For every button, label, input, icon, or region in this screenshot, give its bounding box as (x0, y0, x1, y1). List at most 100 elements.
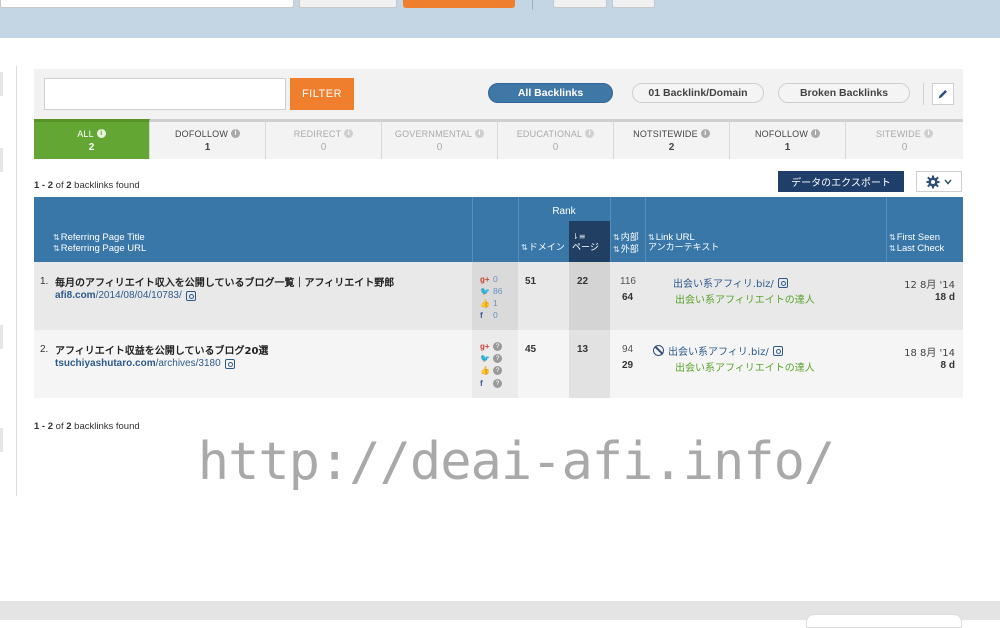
internal-links: 94 (622, 344, 634, 355)
column-page-rank[interactable]: ⇂≡ ページ (572, 231, 599, 254)
internal-links: 116 (620, 276, 636, 287)
referring-page-url[interactable]: tsuchiyashutaro.com/archives/3180 (55, 358, 235, 369)
one-backlink-per-domain-toggle[interactable]: 01 Backlink/Domain (632, 83, 764, 103)
footer-widget[interactable] (806, 614, 962, 628)
info-icon: i (924, 129, 934, 138)
social-value: 0 (493, 310, 498, 320)
results-count-bottom: 1 - 2 of 2 backlinks found (34, 421, 140, 432)
sort-icon[interactable]: ⇅ (53, 244, 60, 253)
referring-page-url[interactable]: afi8.com/2014/08/04/10783/ (55, 290, 196, 301)
link-url[interactable]: 出会い系アフィリ.biz/ (673, 275, 788, 290)
column-label: First Seen (896, 232, 940, 243)
domain-rank: 51 (525, 276, 537, 287)
page-rank: 13 (577, 344, 589, 355)
info-icon: i (231, 129, 241, 138)
facebook-count: f0 (480, 310, 498, 320)
like-count: 👍? (480, 366, 502, 375)
tab-label: REDIRECT (293, 128, 342, 139)
tab-redirect[interactable]: REDIRECT i 0 (266, 119, 382, 159)
filter-input[interactable] (44, 78, 286, 110)
sort-icon: ⇅ (613, 245, 620, 254)
url-domain: tsuchiyashutaro.com (55, 358, 156, 369)
left-edge-tab[interactable] (0, 325, 3, 349)
first-seen: 18 8月 '14 (904, 348, 955, 359)
column-internal-external[interactable]: ⇅内部 ⇅外部 (613, 232, 639, 256)
like-count: 👍 1 (480, 298, 498, 308)
link-url[interactable]: 出会い系アフィリ.biz/ (653, 343, 783, 358)
page-rank-column (569, 262, 610, 330)
info-icon: i (96, 129, 106, 138)
gplus-icon: g+ (480, 342, 490, 351)
tab-all[interactable]: ALL i 2 (34, 119, 150, 159)
tab-label: ALL (77, 128, 94, 139)
column-dates[interactable]: ⇅First Seen ⇅Last Check (889, 232, 944, 254)
table-row: 1. 毎月のアフィリエイト収入を公開しているブログ一覧｜アフィリエイト野郎 af… (34, 262, 963, 330)
column-referring-page[interactable]: ⇅Referring Page Title ⇅Referring Page UR… (53, 232, 146, 254)
tab-label: GOVERNMENTAL (394, 128, 473, 139)
column-divider (886, 197, 887, 262)
results-range: 1 - 2 (34, 180, 54, 191)
results-suffix: backlinks found (74, 180, 140, 191)
tab-count: 1 (204, 141, 211, 153)
preview-icon[interactable] (777, 277, 788, 288)
export-data-button[interactable]: データのエクスポート (778, 171, 904, 192)
referring-page-title: 毎月のアフィリエイト収入を公開しているブログ一覧｜アフィリエイト野郎 (55, 278, 395, 289)
top-bar-search-button[interactable] (403, 0, 515, 8)
tab-label: NOTSITEWIDE (633, 128, 698, 139)
column-domain-rank[interactable]: ⇅ドメイン (521, 242, 565, 254)
chevron-down-icon (944, 179, 952, 185)
link-url-text: 出会い系アフィリ.biz/ (668, 347, 769, 358)
tab-nofollow[interactable]: NOFOLLOW i 1 (730, 119, 846, 159)
tab-governmental[interactable]: GOVERNMENTAL i 0 (382, 119, 498, 159)
gear-icon (926, 175, 940, 188)
top-bar-icon-button[interactable] (553, 0, 607, 8)
external-links: 29 (622, 360, 634, 371)
preview-icon[interactable] (185, 290, 196, 301)
tab-notsitewide[interactable]: NOTSITEWIDE i 2 (614, 119, 730, 159)
unknown-value: ? (493, 366, 502, 375)
column-divider (610, 197, 611, 262)
unknown-value: ? (493, 342, 502, 351)
nofollow-block-icon (653, 345, 664, 356)
thumbs-up-icon: 👍 (480, 366, 490, 375)
broken-backlinks-toggle[interactable]: Broken Backlinks (778, 83, 910, 103)
page-rank-column (569, 330, 610, 398)
results-total: 2 (66, 421, 72, 432)
results-of: of (55, 421, 64, 432)
sort-icon[interactable]: ⇅ (53, 233, 60, 242)
left-edge-tab[interactable] (0, 148, 3, 172)
tab-dofollow[interactable]: DOFOLLOW i 1 (150, 119, 266, 159)
social-value: 86 (493, 286, 503, 296)
column-label: Last Check (896, 243, 945, 254)
top-bar-button[interactable] (299, 0, 397, 8)
first-seen: 12 8月 '14 (904, 280, 955, 291)
all-backlinks-toggle[interactable]: All Backlinks (488, 83, 613, 103)
tab-educational[interactable]: EDUCATIONAL i 0 (498, 119, 614, 159)
filter-button[interactable]: FILTER (290, 78, 354, 110)
facebook-icon: f (480, 378, 483, 388)
tab-label: EDUCATIONAL (516, 128, 583, 139)
backlink-type-tabs: ALL i 2 DOFOLLOW i 1 REDIRECT i 0 GOVERNMEN… (34, 119, 963, 159)
referring-page-title: アフィリエイト収益を公開しているブログ20選 (55, 346, 269, 357)
tab-count: 1 (784, 141, 791, 153)
settings-dropdown[interactable] (916, 171, 962, 192)
left-edge-tab[interactable] (0, 72, 3, 96)
tab-label: DOFOLLOW (174, 128, 229, 139)
column-label: 外部 (620, 245, 639, 255)
tab-count: 0 (320, 141, 327, 153)
sort-icon: ⇅ (889, 233, 896, 242)
info-icon: i (585, 129, 595, 138)
edit-button[interactable] (932, 83, 954, 105)
column-link-url[interactable]: ⇅Link URL アンカーテキスト (648, 232, 719, 254)
results-range: 1 - 2 (34, 421, 54, 432)
preview-icon[interactable] (772, 345, 783, 356)
top-bar-icon-button[interactable] (612, 0, 655, 8)
top-bar-input[interactable] (0, 0, 294, 8)
page-rank: 22 (577, 276, 589, 287)
tab-label: SITEWIDE (875, 128, 922, 139)
tab-sitewide[interactable]: SITEWIDE i 0 (846, 119, 963, 159)
last-check: 8 d (940, 360, 955, 371)
tab-count: 2 (668, 141, 675, 153)
sort-icon: ⇅ (521, 243, 528, 252)
preview-icon[interactable] (224, 358, 235, 369)
